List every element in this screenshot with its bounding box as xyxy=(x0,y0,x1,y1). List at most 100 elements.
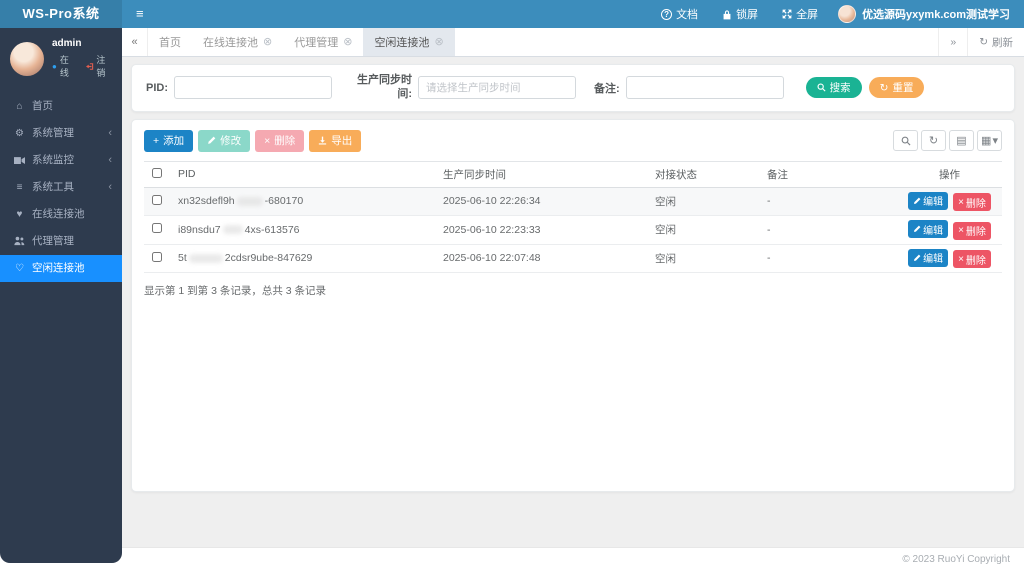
user-name: admin xyxy=(52,38,114,49)
note-input[interactable] xyxy=(626,76,784,99)
row-edit-button[interactable]: 编辑 xyxy=(908,249,948,267)
x-icon: × xyxy=(958,254,964,265)
lock-label: 锁屏 xyxy=(736,6,758,22)
tabs-scroll-left-button[interactable]: « xyxy=(122,28,148,56)
sidebar: admin ● 在线 注销 ⌂ 首页 ⚙ 系统管理 ‹ 系统监控 ‹ xyxy=(0,28,122,563)
sidebar-item-home[interactable]: ⌂ 首页 xyxy=(0,93,122,120)
user-meta: admin ● 在线 注销 xyxy=(52,38,114,79)
edit-icon xyxy=(913,197,921,205)
add-button-label: 添加 xyxy=(163,133,184,148)
header-status: 对接状态 xyxy=(647,161,759,187)
plus-icon: + xyxy=(153,135,159,147)
status-cell: 空闲 xyxy=(647,187,759,216)
question-icon: ? xyxy=(661,9,672,20)
search-button-label: 搜索 xyxy=(830,80,851,95)
sync-time-cell: 2025-06-10 22:26:34 xyxy=(435,187,647,216)
sync-time-form-group: 生产同步时间: xyxy=(350,74,576,102)
search-icon xyxy=(901,136,911,146)
table-row: xn32sdefl9h -680170 2025-06-10 22:26:34 空… xyxy=(144,187,1002,216)
table-row: 5t2cdsr9ube-847629 2025-06-10 22:07:48 空… xyxy=(144,244,1002,273)
modify-button[interactable]: 修改 xyxy=(198,130,250,152)
navbar-right: ? 文档 锁屏 全屏 优选源码yxymk.com测试学习 xyxy=(649,0,1024,28)
tabs-scroll-right-button[interactable]: » xyxy=(938,28,967,56)
refresh-tab-button[interactable]: ↻ 刷新 xyxy=(967,28,1024,56)
top-navbar: ≡ ? 文档 锁屏 全屏 优选源码yxymk.com测试学习 xyxy=(122,0,1024,28)
search-button[interactable]: 搜索 xyxy=(806,77,862,98)
hamburger-icon: ≡ xyxy=(136,6,144,21)
row-checkbox[interactable] xyxy=(152,223,162,233)
sidebar-item-online-pool[interactable]: ♥ 在线连接池 xyxy=(0,201,122,228)
table-search-toggle-button[interactable] xyxy=(893,130,918,151)
table-refresh-button[interactable]: ↻ xyxy=(921,130,946,151)
pagination-info: 显示第 1 到第 3 条记录，总共 3 条记录 xyxy=(144,283,1002,298)
sidebar-toggle-button[interactable]: ≡ xyxy=(122,0,158,28)
sidebar-item-system-mgmt[interactable]: ⚙ 系统管理 ‹ xyxy=(0,120,122,147)
sidebar-user-panel: admin ● 在线 注销 xyxy=(0,28,122,91)
close-icon[interactable]: ⊗ xyxy=(263,37,272,48)
sidebar-item-idle-pool[interactable]: ♡ 空闲连接池 xyxy=(0,255,122,282)
row-delete-button[interactable]: ×删除 xyxy=(953,193,991,211)
delete-button[interactable]: × 删除 xyxy=(255,130,304,152)
docs-link[interactable]: ? 文档 xyxy=(649,0,710,28)
select-all-checkbox[interactable] xyxy=(152,168,162,178)
tab-home[interactable]: 首页 xyxy=(148,28,192,56)
row-edit-button[interactable]: 编辑 xyxy=(908,192,948,210)
x-icon: × xyxy=(958,225,964,236)
top-bar: WS-Pro系统 ≡ ? 文档 锁屏 全屏 优选源码yxymk.com测试学习 xyxy=(0,0,1024,28)
delete-button-label: 删除 xyxy=(274,133,295,148)
row-delete-label: 删除 xyxy=(966,223,986,238)
tab-idle-pool[interactable]: 空闲连接池 ⊗ xyxy=(363,28,454,56)
row-delete-button[interactable]: ×删除 xyxy=(953,250,991,268)
operations-cell: 编辑 ×删除 xyxy=(897,216,1002,245)
pid-text: -680170 xyxy=(265,195,304,207)
table-row: i89nsdu74xs-613576 2025-06-10 22:23:33 空… xyxy=(144,216,1002,245)
user-menu[interactable]: 优选源码yxymk.com测试学习 xyxy=(830,0,1024,28)
chevrons-left-icon: « xyxy=(131,36,137,48)
sync-time-input[interactable] xyxy=(418,76,576,99)
logout-link[interactable]: 注销 xyxy=(86,53,114,79)
export-button[interactable]: 导出 xyxy=(309,130,361,152)
pid-form-group: PID: xyxy=(146,76,332,99)
row-delete-button[interactable]: ×删除 xyxy=(953,222,991,240)
chevron-left-icon: ‹ xyxy=(108,120,112,147)
list-icon: ≡ xyxy=(13,174,26,201)
tab-online-pool[interactable]: 在线连接池 ⊗ xyxy=(192,28,283,56)
brand-logo: WS-Pro系统 xyxy=(0,0,122,28)
pid-text: 2cdsr9ube-847629 xyxy=(225,252,313,264)
tab-label: 代理管理 xyxy=(294,34,338,50)
close-icon[interactable]: ⊗ xyxy=(434,37,443,48)
columns-dropdown-button[interactable]: ▦▾ xyxy=(977,130,1002,151)
modify-button-label: 修改 xyxy=(220,133,241,148)
lock-screen-link[interactable]: 锁屏 xyxy=(710,0,770,28)
tab-proxy-mgmt[interactable]: 代理管理 ⊗ xyxy=(283,28,363,56)
export-button-label: 导出 xyxy=(331,133,352,148)
pid-cell: xn32sdefl9h -680170 xyxy=(170,187,435,216)
row-edit-button[interactable]: 编辑 xyxy=(908,220,948,238)
close-icon[interactable]: ⊗ xyxy=(343,37,352,48)
row-checkbox[interactable] xyxy=(152,252,162,262)
row-checkbox[interactable] xyxy=(152,195,162,205)
sync-time-label: 生产同步时间: xyxy=(350,74,412,102)
search-icon xyxy=(817,83,826,92)
card-view-button[interactable]: ▤ xyxy=(949,130,974,151)
reset-button[interactable]: ↻ 重置 xyxy=(869,77,925,98)
fullscreen-link[interactable]: 全屏 xyxy=(770,0,830,28)
sidebar-item-label: 系统工具 xyxy=(32,174,74,201)
pid-input[interactable] xyxy=(174,76,332,99)
row-delete-label: 删除 xyxy=(966,252,986,267)
tab-label: 首页 xyxy=(159,34,181,50)
sidebar-item-system-tools[interactable]: ≡ 系统工具 ‹ xyxy=(0,174,122,201)
sidebar-item-proxy-mgmt[interactable]: 代理管理 xyxy=(0,228,122,255)
lock-icon xyxy=(722,9,732,20)
add-button[interactable]: + 添加 xyxy=(144,130,193,152)
user-menu-label: 优选源码yxymk.com测试学习 xyxy=(862,6,1010,22)
pid-text: xn32sdefl9h xyxy=(178,195,235,207)
heart-icon: ♥ xyxy=(13,201,26,228)
page-footer: © 2023 RuoYi Copyright xyxy=(0,547,1024,571)
edit-icon xyxy=(913,254,921,262)
pid-redacted xyxy=(223,225,243,234)
sidebar-item-system-monitor[interactable]: 系统监控 ‹ xyxy=(0,147,122,174)
operations-cell: 编辑 ×删除 xyxy=(897,244,1002,273)
sidebar-item-label: 系统管理 xyxy=(32,120,74,147)
main-content: PID: 生产同步时间: 备注: 搜索 ↻ 重置 + 添加 xyxy=(122,57,1024,547)
